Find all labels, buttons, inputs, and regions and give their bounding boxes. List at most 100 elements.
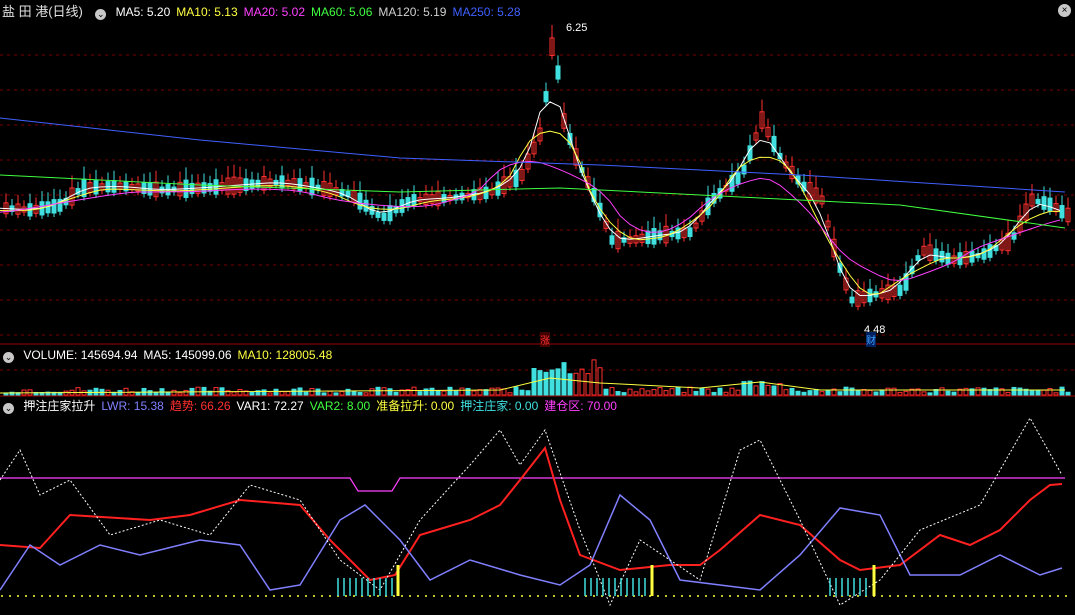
baseline-dot bbox=[33, 595, 35, 597]
baseline-dot bbox=[81, 595, 83, 597]
volume-bar bbox=[357, 391, 363, 396]
baseline-dot bbox=[553, 595, 555, 597]
volume-bar bbox=[525, 390, 531, 396]
chart-canvas[interactable] bbox=[0, 0, 1075, 615]
volume-bar bbox=[645, 390, 651, 396]
baseline-dot bbox=[449, 595, 451, 597]
baseline-dot bbox=[249, 595, 251, 597]
volume-bar bbox=[411, 386, 417, 396]
chevron-down-icon[interactable]: ⌄ bbox=[95, 9, 107, 20]
baseline-dot bbox=[465, 595, 467, 597]
volume-bar bbox=[519, 389, 525, 396]
ma-legend-item-1: MA10: 5.13 bbox=[176, 5, 238, 19]
volume-bar bbox=[177, 392, 183, 396]
baseline-dot bbox=[201, 595, 203, 597]
baseline-dot bbox=[353, 595, 355, 597]
indicator-legend-item-4: VAR2: 8.00 bbox=[309, 399, 371, 413]
volume-bar bbox=[693, 390, 699, 396]
baseline-dot bbox=[913, 595, 915, 597]
baseline-dot bbox=[593, 595, 595, 597]
volume-bar bbox=[423, 388, 429, 396]
baseline-dot bbox=[25, 595, 27, 597]
baseline-dot bbox=[129, 595, 131, 597]
volume-bar bbox=[765, 384, 771, 396]
baseline-dot bbox=[793, 595, 795, 597]
indicator-legend-item-7: 建仓区: 70.00 bbox=[544, 399, 617, 413]
baseline-dot bbox=[41, 595, 43, 597]
baseline-dot bbox=[697, 595, 699, 597]
baseline-dot bbox=[73, 595, 75, 597]
baseline-dot bbox=[169, 595, 171, 597]
indicator-legend-item-1: LWR: 15.38 bbox=[101, 399, 164, 413]
baseline-dot bbox=[1017, 595, 1019, 597]
baseline-dot bbox=[1025, 595, 1027, 597]
baseline-dot bbox=[1001, 595, 1003, 597]
volume-bar bbox=[363, 392, 369, 396]
baseline-dot bbox=[257, 595, 259, 597]
ma5-line bbox=[0, 101, 1061, 297]
baseline-dot bbox=[945, 595, 947, 597]
volume-bar bbox=[579, 368, 585, 396]
baseline-dot bbox=[673, 595, 675, 597]
volume-bar bbox=[369, 388, 375, 396]
baseline-dot bbox=[529, 595, 531, 597]
baseline-dot bbox=[1049, 595, 1051, 597]
baseline-dot bbox=[753, 595, 755, 597]
volume-bar bbox=[573, 372, 579, 396]
baseline-dot bbox=[545, 595, 547, 597]
baseline-dot bbox=[857, 595, 859, 597]
baseline-dot bbox=[657, 595, 659, 597]
baseline-dot bbox=[17, 595, 19, 597]
baseline-dot bbox=[721, 595, 723, 597]
volume-bar bbox=[975, 387, 981, 396]
baseline-dot bbox=[233, 595, 235, 597]
volume-bar bbox=[285, 391, 291, 396]
volume-bar bbox=[795, 390, 801, 396]
volume-bar bbox=[837, 391, 843, 396]
volume-bar bbox=[435, 390, 441, 396]
indicator-legend-item-3: VAR1: 72.27 bbox=[236, 399, 304, 413]
event-mark-zhang[interactable]: 涨 bbox=[540, 332, 550, 347]
event-mark-cai[interactable]: 财 bbox=[866, 332, 876, 347]
volume-bar bbox=[783, 389, 789, 396]
baseline-dot bbox=[713, 595, 715, 597]
volume-bar bbox=[147, 390, 153, 396]
candle-body bbox=[543, 91, 549, 103]
candle-body bbox=[1059, 204, 1065, 219]
baseline-dot bbox=[113, 595, 115, 597]
volume-bar bbox=[681, 391, 687, 396]
baseline-dot bbox=[225, 595, 227, 597]
volume-bar bbox=[351, 390, 357, 396]
baseline-dot bbox=[881, 595, 883, 597]
volume-bar bbox=[855, 389, 861, 396]
volume-bar bbox=[309, 388, 315, 396]
volume-bar bbox=[609, 387, 615, 396]
jiancang-line bbox=[0, 477, 1065, 492]
baseline-dot bbox=[961, 595, 963, 597]
baseline-dot bbox=[1, 595, 3, 597]
indicator-legend-item-5: 准备拉升: 0.00 bbox=[376, 399, 455, 413]
chevron-down-icon[interactable]: ⌄ bbox=[3, 352, 14, 363]
volume-bar bbox=[1059, 386, 1065, 396]
baseline-dot bbox=[305, 595, 307, 597]
ma-legend-item-0: MA5: 5.20 bbox=[115, 5, 171, 19]
baseline-dot bbox=[665, 595, 667, 597]
baseline-dot bbox=[489, 595, 491, 597]
indicator-legend-item-0: 押注庄家拉升 bbox=[23, 399, 96, 413]
volume-bar bbox=[183, 389, 189, 396]
volume-bar bbox=[735, 389, 741, 396]
baseline-dot bbox=[937, 595, 939, 597]
baseline-dot bbox=[1057, 595, 1059, 597]
volume-bar bbox=[387, 388, 393, 396]
close-icon[interactable]: × bbox=[1058, 4, 1071, 17]
candle-body bbox=[357, 192, 363, 210]
var1-line bbox=[0, 416, 1063, 607]
candle-body bbox=[915, 255, 921, 261]
volume-bar bbox=[1065, 391, 1071, 396]
volume-bar bbox=[879, 389, 885, 396]
baseline-dot bbox=[161, 595, 163, 597]
chevron-down-icon[interactable]: ⌄ bbox=[3, 403, 14, 414]
volume-bar bbox=[891, 387, 897, 396]
baseline-dot bbox=[705, 595, 707, 597]
baseline-dot bbox=[401, 595, 403, 597]
